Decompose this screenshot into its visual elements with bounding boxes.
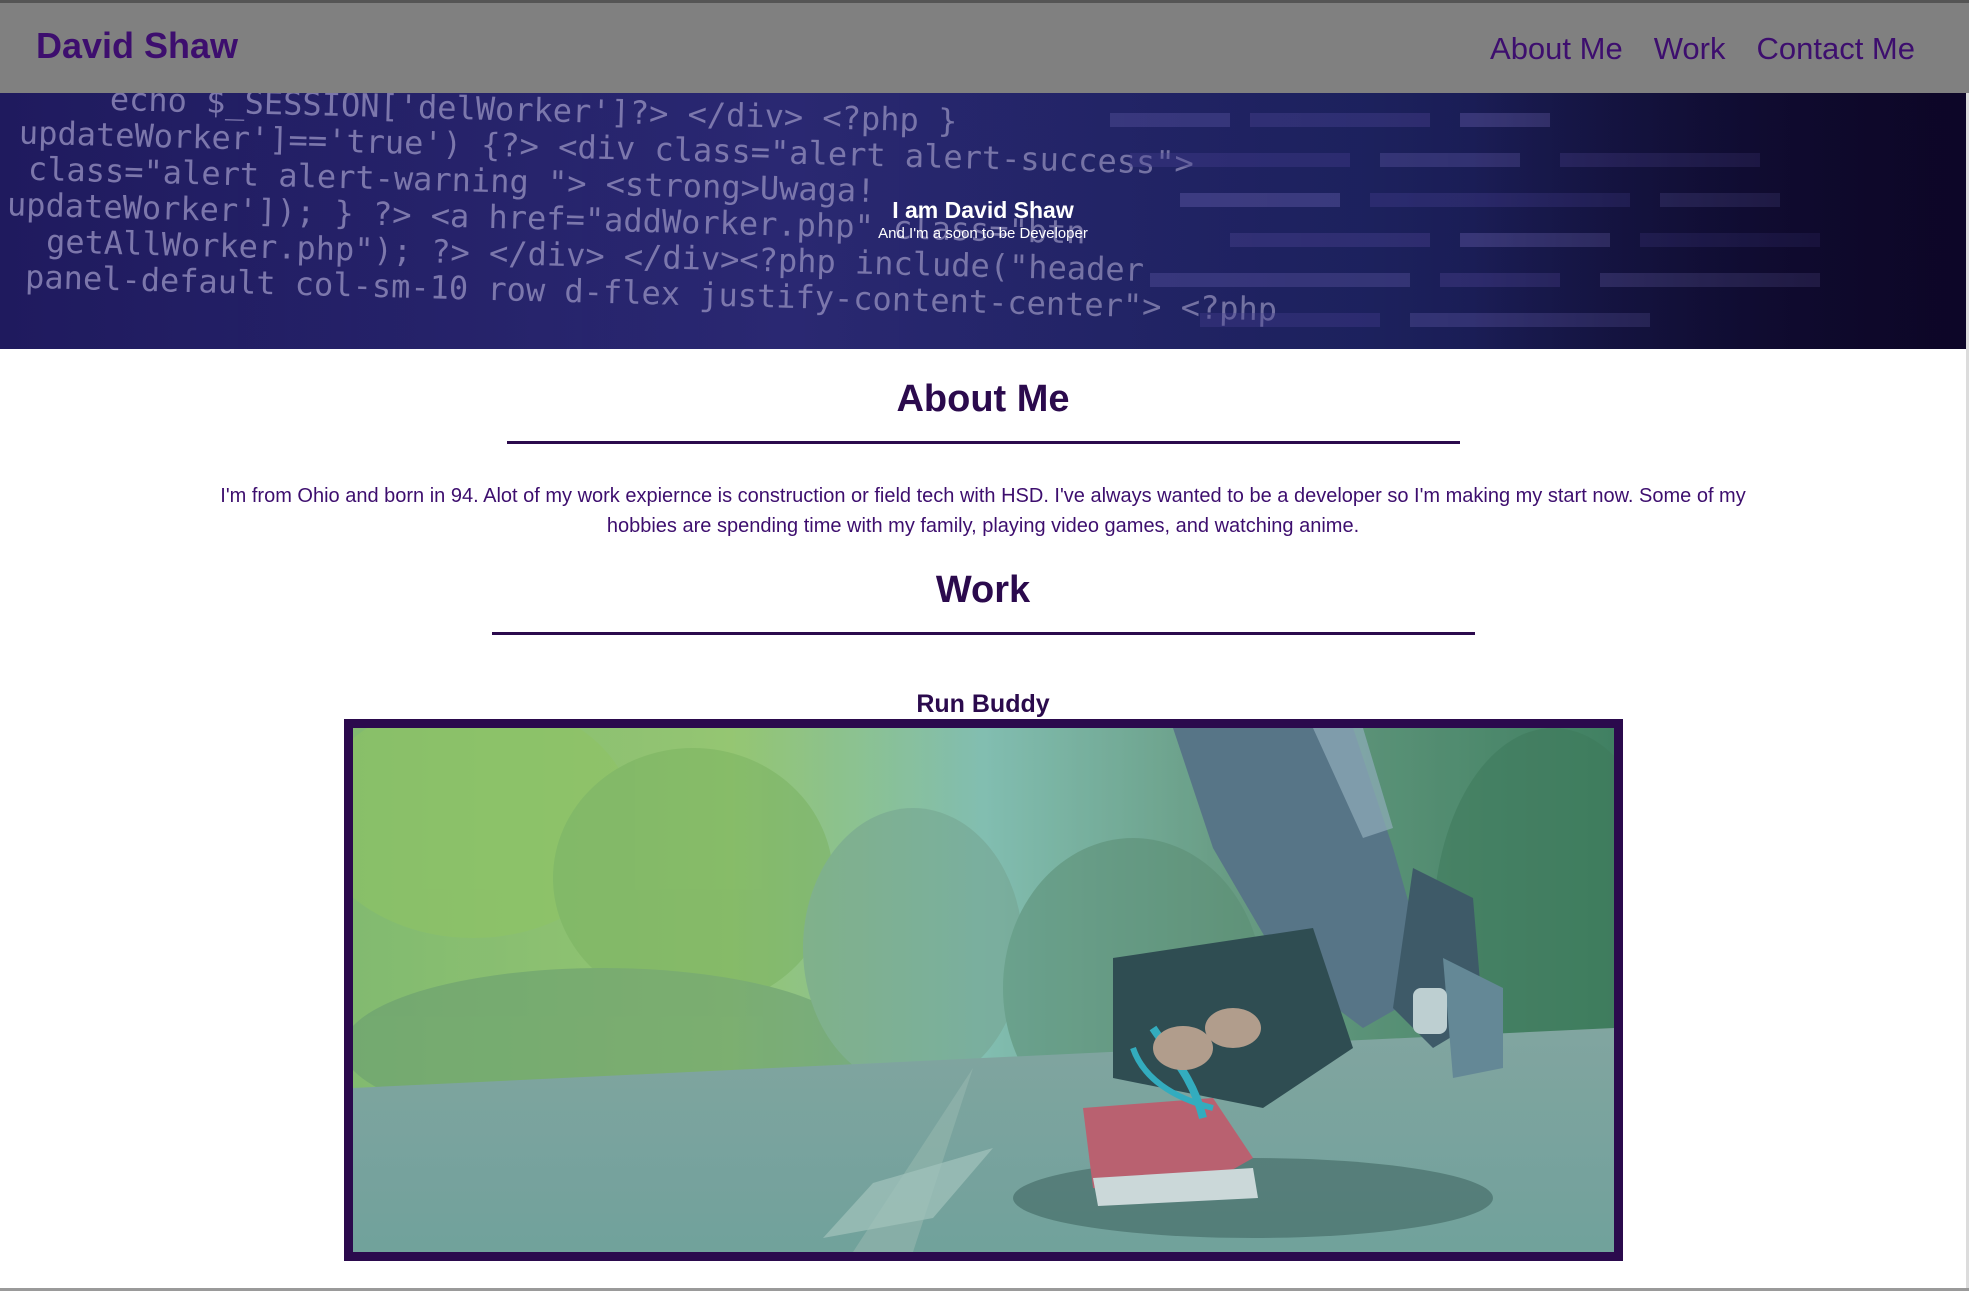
main-nav: About Me Work Contact Me	[1490, 31, 1915, 67]
hero-text: I am David Shaw And I'm a soon to be Dev…	[0, 197, 1966, 242]
hero-banner: echo $_SESSION['delWorker']?> </div> <?p…	[0, 93, 1966, 349]
nav-link-work[interactable]: Work	[1654, 31, 1726, 67]
about-text: I'm from Ohio and born in 94. Alot of my…	[220, 485, 1746, 537]
work-divider	[492, 632, 1475, 635]
project-title-run-buddy: Run Buddy	[916, 690, 1050, 718]
site-header: David Shaw About Me Work Contact Me	[0, 0, 1969, 93]
hero-title: I am David Shaw	[892, 197, 1074, 223]
about-heading: About Me	[896, 378, 1070, 420]
hero-subtitle: And I'm a soon to be Developer	[878, 225, 1088, 242]
about-divider	[507, 441, 1460, 444]
runner-tying-shoe-photo[interactable]	[353, 728, 1614, 1252]
nav-link-contact-me[interactable]: Contact Me	[1756, 31, 1915, 67]
brand-name[interactable]: David Shaw	[36, 25, 238, 67]
project-card-run-buddy[interactable]	[344, 719, 1623, 1261]
work-heading: Work	[935, 569, 1031, 611]
nav-link-about-me[interactable]: About Me	[1490, 31, 1623, 67]
